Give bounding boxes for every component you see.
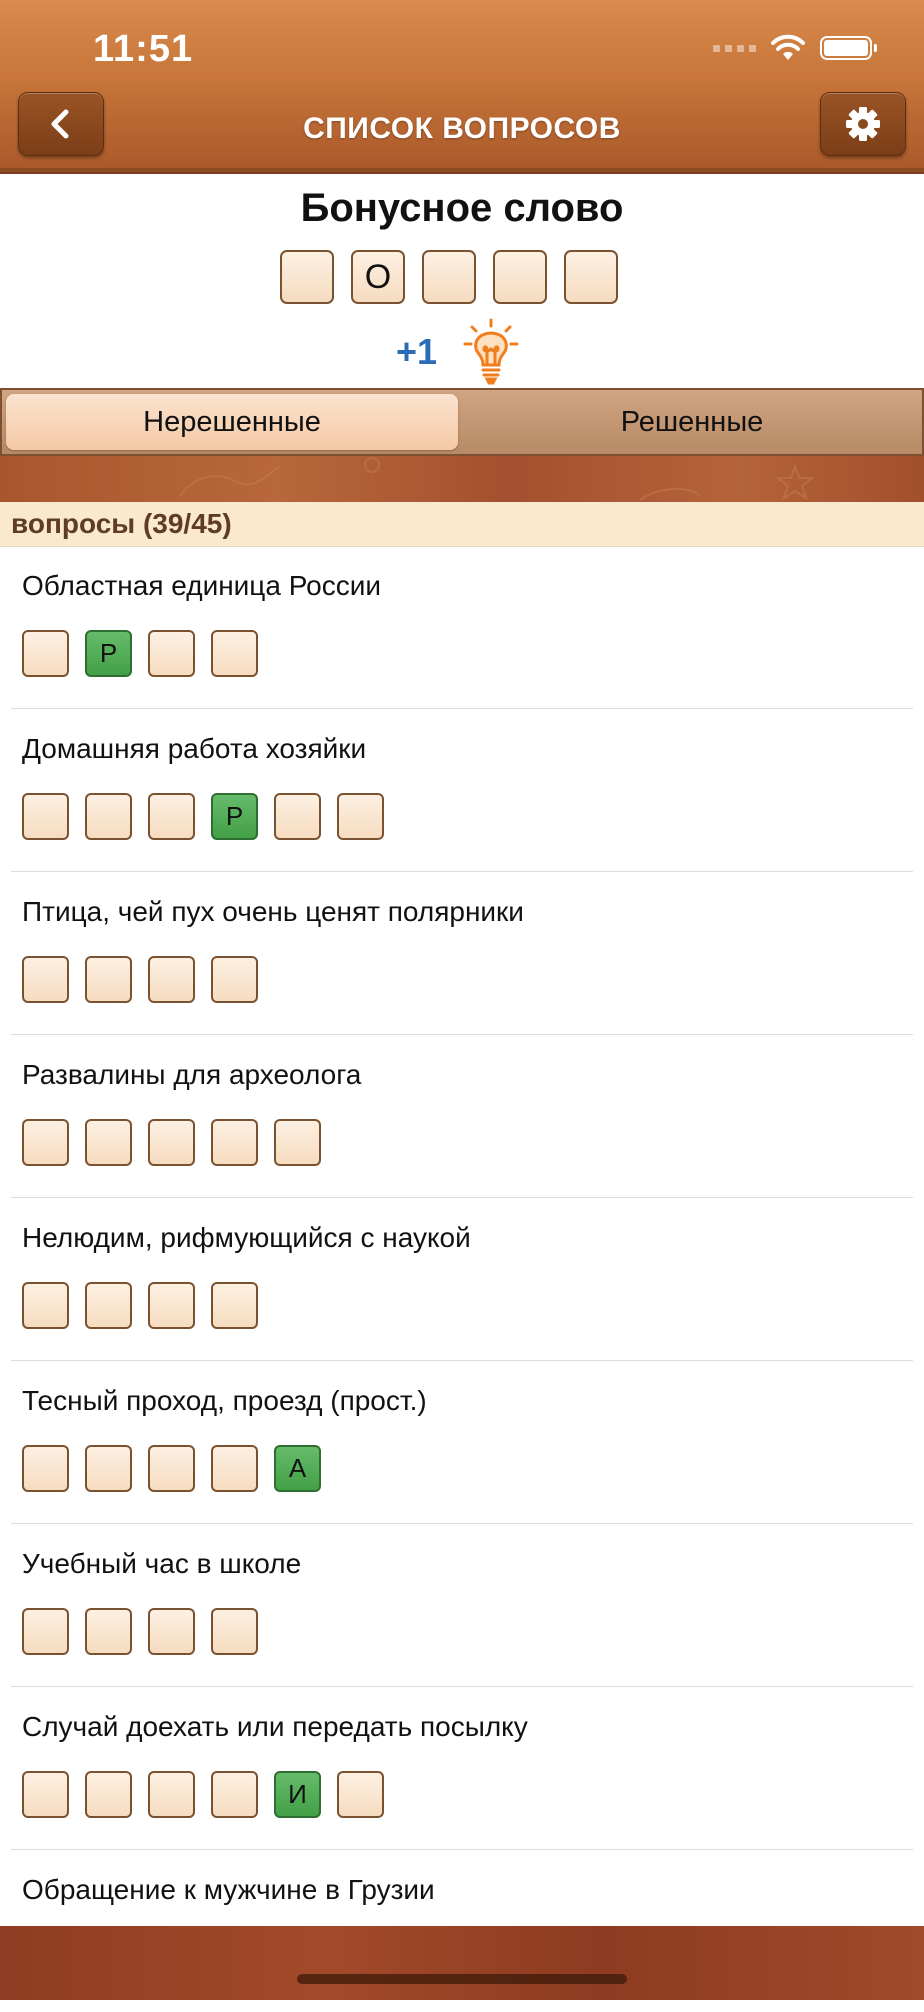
letter-tile[interactable] <box>274 1119 321 1166</box>
bonus-word-title: Бонусное слово <box>300 186 624 230</box>
bonus-letter-tile[interactable] <box>493 250 547 304</box>
question-text: Развалины для археолога <box>22 1059 362 1090</box>
letter-tile[interactable] <box>85 1608 132 1655</box>
hint-counter[interactable]: +1 <box>396 318 519 386</box>
home-indicator[interactable] <box>297 1974 627 1984</box>
revealed-letter-tile[interactable]: А <box>274 1445 321 1492</box>
question-row[interactable]: Развалины для археолога <box>11 1035 913 1198</box>
letter-tile[interactable] <box>148 1608 195 1655</box>
letter-tile[interactable] <box>211 956 258 1003</box>
status-time: 11:51 <box>93 28 194 70</box>
question-text: Случай доехать или передать посылку <box>22 1711 528 1742</box>
letter-tile[interactable] <box>85 1282 132 1329</box>
letter-tile[interactable] <box>148 630 195 677</box>
answer-tiles <box>22 1282 258 1329</box>
lightbulb-icon <box>463 318 519 385</box>
letter-tile[interactable] <box>211 1608 258 1655</box>
bonus-letter-tile[interactable] <box>422 250 476 304</box>
revealed-letter-tile[interactable]: Р <box>85 630 132 677</box>
battery-icon <box>820 36 877 60</box>
question-row[interactable]: Птица, чей пух очень ценят полярники <box>11 872 913 1035</box>
letter-tile[interactable] <box>22 630 69 677</box>
answer-tiles: Р <box>22 793 384 840</box>
letter-tile[interactable] <box>337 1771 384 1818</box>
letter-tile[interactable] <box>148 793 195 840</box>
question-row[interactable]: Домашняя работа хозяйки Р <box>11 709 913 872</box>
question-text: Областная единица России <box>22 570 381 601</box>
page-title: СПИСОК ВОПРОСОВ <box>303 112 621 145</box>
letter-tile[interactable] <box>22 1282 69 1329</box>
letter-tile[interactable] <box>22 1608 69 1655</box>
letter-tile[interactable] <box>211 1119 258 1166</box>
letter-tile[interactable] <box>211 630 258 677</box>
letter-tile[interactable] <box>22 1771 69 1818</box>
letter-tile[interactable] <box>85 793 132 840</box>
letter-tile[interactable] <box>148 1771 195 1818</box>
letter-tile[interactable] <box>22 956 69 1003</box>
questions-count-label: вопросы (39/45) <box>11 508 232 539</box>
gear-icon <box>846 107 880 141</box>
answer-tiles <box>22 1608 258 1655</box>
answer-tiles <box>22 956 258 1003</box>
letter-tile[interactable] <box>148 1119 195 1166</box>
tab-solved[interactable]: Решенные <box>466 394 918 450</box>
signal-icon <box>713 44 756 52</box>
letter-tile[interactable] <box>337 793 384 840</box>
answer-tiles <box>22 1119 321 1166</box>
wood-background-strip <box>0 456 924 502</box>
wifi-icon <box>771 34 805 60</box>
top-bar: 11:51 СПИСОК ВОПРОСОВ <box>0 0 924 174</box>
letter-tile[interactable] <box>211 1282 258 1329</box>
question-text: Нелюдим, рифмующийся с наукой <box>22 1222 471 1253</box>
letter-tile[interactable] <box>148 1282 195 1329</box>
question-text: Учебный час в школе <box>22 1548 302 1579</box>
question-row[interactable]: Случай доехать или передать посылку И <box>11 1687 913 1850</box>
settings-button[interactable] <box>820 92 906 156</box>
bonus-letter-tile[interactable] <box>564 250 618 304</box>
question-text: Домашняя работа хозяйки <box>22 733 367 764</box>
bonus-letter-tile[interactable] <box>280 250 334 304</box>
letter-tile[interactable] <box>22 793 69 840</box>
hint-count: +1 <box>396 331 438 372</box>
bonus-letter-tile[interactable]: О <box>351 250 405 304</box>
answer-tiles: И <box>22 1771 384 1818</box>
question-text: Тесный проход, проезд (прост.) <box>22 1385 427 1416</box>
letter-tile[interactable] <box>211 1445 258 1492</box>
questions-section-header: вопросы (39/45) <box>0 502 924 547</box>
bottom-wood-bar <box>0 1926 924 2000</box>
letter-tile[interactable] <box>85 1771 132 1818</box>
letter-tile[interactable] <box>22 1445 69 1492</box>
tab-unsolved[interactable]: Нерешенные <box>6 394 458 450</box>
question-text: Птица, чей пух очень ценят полярники <box>22 896 524 927</box>
letter-tile[interactable] <box>85 1445 132 1492</box>
answer-tiles: А <box>22 1445 321 1492</box>
letter-tile[interactable] <box>148 1445 195 1492</box>
revealed-letter-tile[interactable]: И <box>274 1771 321 1818</box>
letter-tile[interactable] <box>211 1771 258 1818</box>
bonus-word-tiles: О <box>280 250 618 304</box>
tab-switcher: Нерешенные Решенные <box>0 388 924 456</box>
question-row[interactable]: Областная единица России Р <box>11 546 913 709</box>
wood-decoration-icon <box>179 457 815 501</box>
question-row[interactable]: Учебный час в школе <box>11 1524 913 1687</box>
letter-tile[interactable] <box>85 956 132 1003</box>
letter-tile[interactable] <box>274 793 321 840</box>
letter-tile[interactable] <box>148 956 195 1003</box>
letter-tile[interactable] <box>85 1119 132 1166</box>
status-icons <box>713 34 877 62</box>
question-list: Областная единица России Р Домашняя работа… <box>0 546 924 2012</box>
question-row[interactable]: Нелюдим, рифмующийся с наукой <box>11 1198 913 1361</box>
answer-tiles: Р <box>22 630 258 677</box>
revealed-letter-tile[interactable]: Р <box>211 793 258 840</box>
letter-tile[interactable] <box>22 1119 69 1166</box>
question-row[interactable]: Тесный проход, проезд (прост.) А <box>11 1361 913 1524</box>
question-text: Обращение к мужчине в Грузии <box>22 1874 435 1905</box>
